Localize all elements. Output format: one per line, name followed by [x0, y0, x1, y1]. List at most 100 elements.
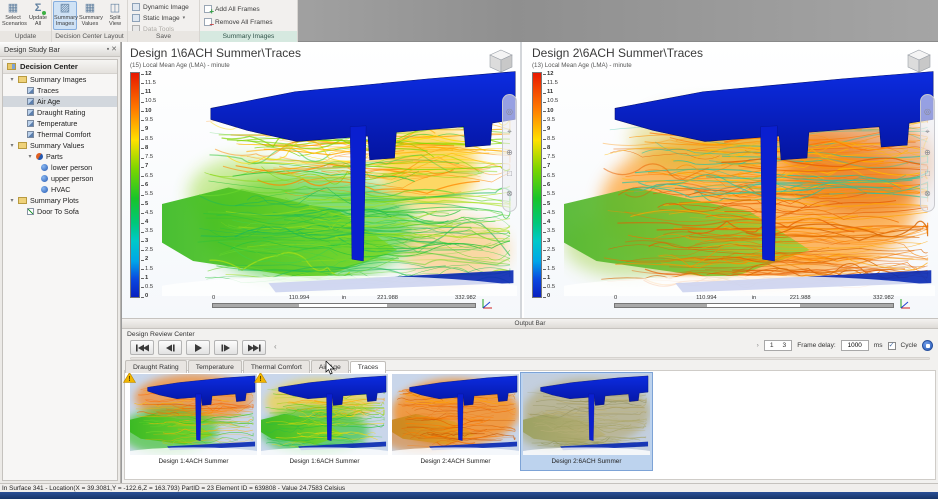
tree-item-draught-rating[interactable]: Draught Rating [3, 107, 117, 118]
thumbnail-design2-6ach[interactable]: Design 2:6ACH Summer [521, 373, 652, 470]
thumbnail-design1-6ach[interactable]: ! Design 1:6ACH Summer [259, 373, 390, 470]
collapse-left-icon[interactable]: ‹ [274, 342, 277, 351]
decision-center-icon [7, 63, 16, 70]
record-video-icon[interactable] [922, 340, 933, 351]
legend-tick: 6 [543, 183, 558, 188]
frame-total: 3 [783, 342, 787, 349]
legend-tick: 11 [543, 91, 558, 96]
view-cube[interactable] [488, 48, 514, 74]
fit-view-icon[interactable]: □ [925, 170, 930, 178]
static-image-button[interactable]: Static Image ▾ [132, 13, 185, 23]
pan-icon[interactable]: ⌖ [925, 128, 930, 136]
group-label-layout: Decision Center Layout [52, 31, 127, 42]
legend-tick: 4 [141, 221, 156, 226]
zoom-icon[interactable]: ⊕ [924, 149, 931, 157]
dynamic-image-button[interactable]: Dynamic Image [132, 2, 189, 12]
tree-item-parts[interactable]: ▾ Parts [3, 151, 117, 162]
tree-item-temperature[interactable]: Temperature [3, 118, 117, 129]
axis-triad-icon [480, 296, 494, 310]
legend-tick: 11.5 [543, 81, 558, 86]
legend-tick: 0.5 [141, 285, 156, 290]
legend-tick: 2.5 [141, 248, 156, 253]
design-study-bar-header[interactable]: Design Study Bar ▪ ✕ [0, 42, 120, 57]
legend-tick: 10 [141, 109, 156, 114]
summary-values-button[interactable]: ▦ Summary Values [78, 1, 102, 30]
tree-item-summary-plots[interactable]: ▾ Summary Plots [3, 195, 117, 206]
static-image-dropdown-icon[interactable]: ▾ [183, 15, 186, 21]
orbit-icon[interactable]: ◎ [924, 108, 931, 116]
close-toolbar-icon[interactable]: ⊗ [924, 190, 931, 198]
close-icon[interactable]: ✕ [111, 46, 117, 53]
tree-item-lower-person[interactable]: lower person [3, 162, 117, 173]
summary-images-label: Summary Images [54, 15, 76, 28]
last-frame-button[interactable] [242, 340, 266, 355]
viewport-title: Design 2\6ACH Summer\Traces [532, 46, 703, 60]
tree-root-decision-center[interactable]: Decision Center [3, 60, 117, 74]
cfd-scene-design2[interactable] [564, 66, 935, 296]
tree-item-hvac[interactable]: HVAC [3, 184, 117, 195]
play-button[interactable] [186, 340, 210, 355]
viewport-design1[interactable]: Design 1\6ACH Summer\Traces (15) Local M… [122, 42, 522, 318]
part-icon [41, 164, 48, 171]
ribbon-group-summary-images: + Add All Frames − Remove All Frames Sum… [200, 0, 298, 42]
add-all-frames-button[interactable]: + Add All Frames [204, 4, 260, 14]
select-scenarios-button[interactable]: ▦ Select Scenarios [1, 1, 25, 30]
cfd-scene-design1[interactable] [162, 66, 517, 296]
legend-tick: 1.5 [543, 267, 558, 272]
viewport-design2[interactable]: Design 2\6ACH Summer\Traces (13) Local M… [524, 42, 938, 318]
remove-all-frames-button[interactable]: − Remove All Frames [204, 17, 273, 27]
tree-item-upper-person[interactable]: upper person [3, 173, 117, 184]
cycle-checkbox[interactable]: ✓ [888, 342, 896, 350]
split-view-button[interactable]: ◫ Split View [103, 1, 127, 30]
image-icon [27, 87, 34, 94]
summary-values-icon: ▦ [79, 2, 101, 15]
caret-icon[interactable]: ▾ [9, 142, 15, 149]
decision-center-tree: Decision Center ▾ Summary Images Traces … [2, 59, 118, 481]
dynamic-image-icon [132, 3, 140, 11]
split-view-icon: ◫ [104, 2, 126, 15]
thumbnail-design2-4ach[interactable]: Design 2:4ACH Summer [390, 373, 521, 470]
orbit-icon[interactable]: ◎ [506, 108, 513, 116]
frame-delay-input[interactable] [841, 340, 869, 351]
summary-images-button[interactable]: ▨ Summary Images [53, 1, 77, 30]
legend-tick: 11 [141, 91, 156, 96]
playback-controls [130, 340, 266, 355]
svg-text:!: ! [259, 376, 261, 383]
tree-item-door-to-sofa[interactable]: Door To Sofa [3, 206, 117, 217]
split-view-label: Split View [104, 15, 126, 28]
tree-item-traces[interactable]: Traces [3, 85, 117, 96]
caret-icon[interactable]: ▾ [27, 153, 33, 160]
view-cube[interactable] [906, 48, 932, 74]
close-toolbar-icon[interactable]: ⊗ [506, 190, 513, 198]
pan-icon[interactable]: ⌖ [507, 128, 512, 136]
decision-center-label: Decision Center [20, 62, 78, 71]
update-all-button[interactable]: Σ Update All [26, 1, 50, 30]
tab-thermal-comfort[interactable]: Thermal Comfort [243, 360, 310, 373]
first-frame-button[interactable] [130, 340, 154, 355]
viewport-nav-toolbar: ◎ ⌖ ⊕ □ ⊗ [502, 94, 517, 212]
parts-icon [36, 153, 43, 160]
tree-item-thermal-comfort[interactable]: Thermal Comfort [3, 129, 117, 140]
legend-ticks: 1211.51110.5109.598.587.576.565.554.543.… [141, 72, 156, 300]
next-frame-button[interactable] [214, 340, 238, 355]
tab-draught-rating[interactable]: Draught Rating [125, 360, 187, 373]
previous-frame-button[interactable] [158, 340, 182, 355]
frame-delay-label: Frame delay: [797, 342, 835, 349]
pin-icon[interactable]: ▪ [107, 46, 109, 53]
caret-icon[interactable]: ▾ [9, 76, 15, 83]
output-bar[interactable]: Output Bar [122, 318, 938, 329]
tree-item-summary-values[interactable]: ▾ Summary Values [3, 140, 117, 151]
caret-icon[interactable]: ▾ [9, 197, 15, 204]
tree-item-air-age[interactable]: Air Age [3, 96, 117, 107]
legend-tick: 3 [543, 239, 558, 244]
tab-temperature[interactable]: Temperature [188, 360, 242, 373]
fit-view-icon[interactable]: □ [507, 170, 512, 178]
tab-traces[interactable]: Traces [350, 361, 387, 374]
legend-ticks: 1211.51110.5109.598.587.576.565.554.543.… [543, 72, 558, 300]
scale-bar: 0 110.994 in 221.988 332.982 [212, 295, 476, 310]
expand-right-icon[interactable]: › [757, 342, 759, 349]
ribbon-strip: ▦ Select Scenarios Σ Update All Update ▨… [0, 0, 298, 42]
zoom-icon[interactable]: ⊕ [506, 149, 513, 157]
tree-item-summary-images[interactable]: ▾ Summary Images [3, 74, 117, 85]
thumbnail-design1-4ach[interactable]: ! Design 1:4ACH Summer [128, 373, 259, 470]
